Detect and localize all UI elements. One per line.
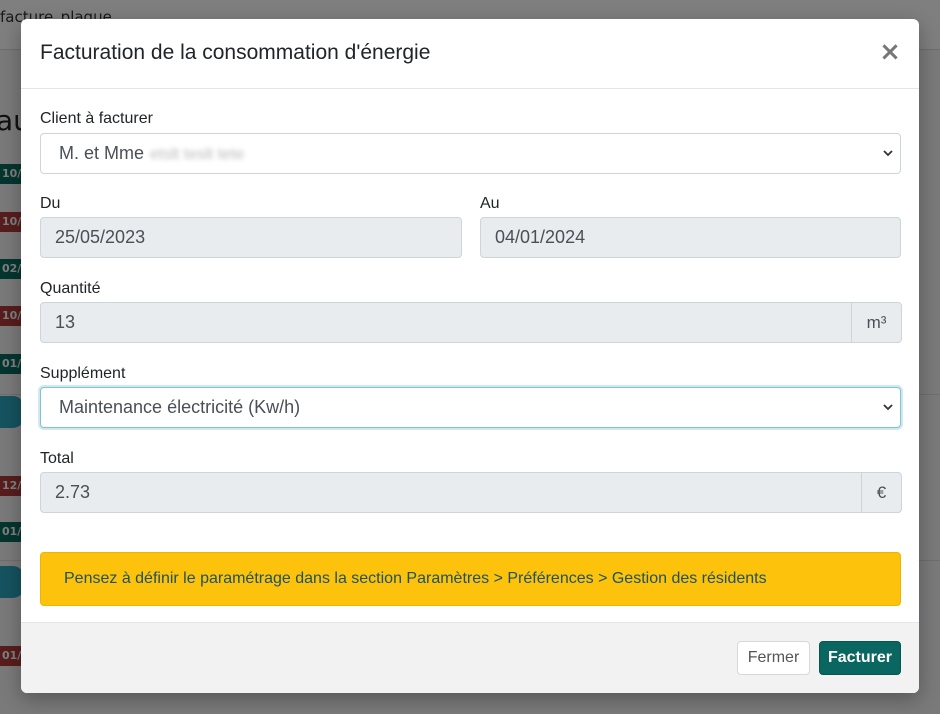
total-label: Total (40, 450, 74, 467)
quantity-label: Quantité (40, 280, 101, 297)
client-label: Client à facturer (40, 110, 153, 127)
close-button[interactable]: Fermer (737, 641, 810, 675)
to-date-field[interactable]: 04/01/2024 (480, 217, 901, 258)
from-date-field[interactable]: 25/05/2023 (40, 217, 462, 258)
quantity-unit-addon: m³ (851, 302, 902, 343)
chevron-down-icon (883, 150, 893, 157)
energy-billing-modal: Facturation de la consommation d'énergie… (21, 19, 919, 693)
total-currency-addon: € (861, 472, 902, 513)
to-date-label: Au (480, 195, 500, 212)
client-select[interactable]: M. et Mme etslt teslt tete (40, 133, 901, 174)
settings-warning-alert: Pensez à définir le paramétrage dans la … (40, 552, 901, 606)
close-icon[interactable]: × (877, 39, 903, 65)
supplement-label: Supplément (40, 365, 126, 382)
total-field[interactable]: 2.73 € (40, 472, 902, 513)
supplement-select[interactable]: Maintenance électricité (Kw/h) (40, 387, 901, 428)
quantity-field[interactable]: 13 m³ (40, 302, 902, 343)
modal-title: Facturation de la consommation d'énergie (40, 41, 431, 64)
supplement-select-value: Maintenance électricité (Kw/h) (59, 397, 301, 417)
invoice-button[interactable]: Facturer (819, 641, 901, 675)
from-date-label: Du (40, 195, 61, 212)
modal-header: Facturation de la consommation d'énergie… (21, 19, 919, 89)
quantity-value: 13 (55, 312, 76, 332)
total-value: 2.73 (55, 482, 91, 502)
chevron-down-icon (883, 404, 893, 411)
client-select-value: M. et Mme (59, 143, 145, 163)
client-name-blurred: etslt teslt tete (150, 146, 245, 163)
modal-footer: Fermer Facturer (21, 622, 919, 693)
